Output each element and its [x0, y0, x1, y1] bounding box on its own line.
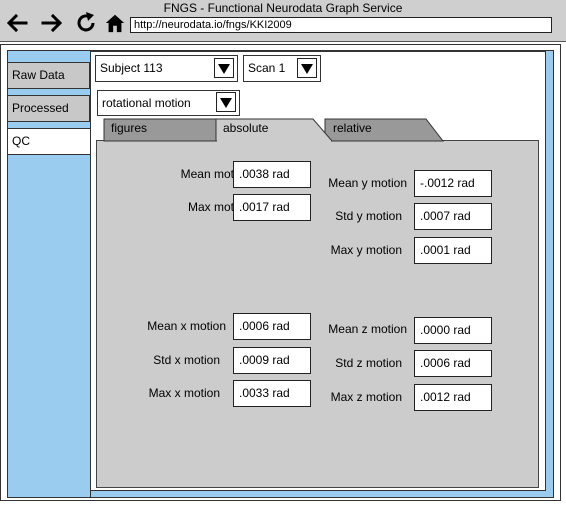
metric-dropdown-icon[interactable]	[216, 92, 236, 112]
sidebar-item-raw-data[interactable]: Raw Data	[7, 62, 90, 89]
std-x-motion-label: Std x motion	[153, 353, 220, 367]
max-z-motion-value: .0012 rad	[414, 384, 492, 411]
mean-x-motion-label: Mean x motion	[147, 319, 226, 333]
back-icon[interactable]	[5, 11, 29, 35]
mean-y-motion-label: Mean y motion	[328, 176, 407, 190]
max-z-motion-label: Max z motion	[330, 390, 402, 404]
mean-y-motion-value: -.0012 rad	[414, 170, 492, 197]
sidebar-item-processed[interactable]: Processed	[7, 95, 90, 122]
forward-icon[interactable]	[40, 11, 64, 35]
max-y-motion-label: Max y motion	[330, 243, 402, 257]
std-z-motion-label: Std z motion	[335, 356, 402, 370]
metric-select-value: rotational motion	[102, 96, 191, 110]
subject-select-value: Subject 113	[100, 61, 163, 75]
max-x-motion-label: Max x motion	[148, 386, 220, 400]
address-bar[interactable]: http://neurodata.io/fngs/KKI2009	[130, 17, 552, 33]
subject-dropdown-icon[interactable]	[214, 58, 234, 78]
std-y-motion-label: Std y motion	[335, 209, 402, 223]
tab-relative[interactable]: relative	[333, 121, 372, 135]
tab-figures[interactable]: figures	[111, 121, 147, 135]
std-y-motion-value: .0007 rad	[414, 203, 492, 230]
std-z-motion-value: .0006 rad	[414, 350, 492, 377]
mean-z-motion-value: .0000 rad	[414, 317, 492, 344]
mean-z-motion-label: Mean z motion	[328, 322, 407, 336]
scan-select-value: Scan 1	[248, 61, 286, 75]
home-icon[interactable]	[104, 12, 126, 34]
max-y-motion-value: .0001 rad	[414, 237, 492, 264]
tab-absolute[interactable]: absolute	[223, 121, 268, 135]
reload-icon[interactable]	[74, 11, 98, 35]
tab-strip	[103, 118, 445, 142]
scan-dropdown-icon[interactable]	[297, 58, 317, 78]
sidebar-item-qc[interactable]: QC	[7, 128, 90, 155]
